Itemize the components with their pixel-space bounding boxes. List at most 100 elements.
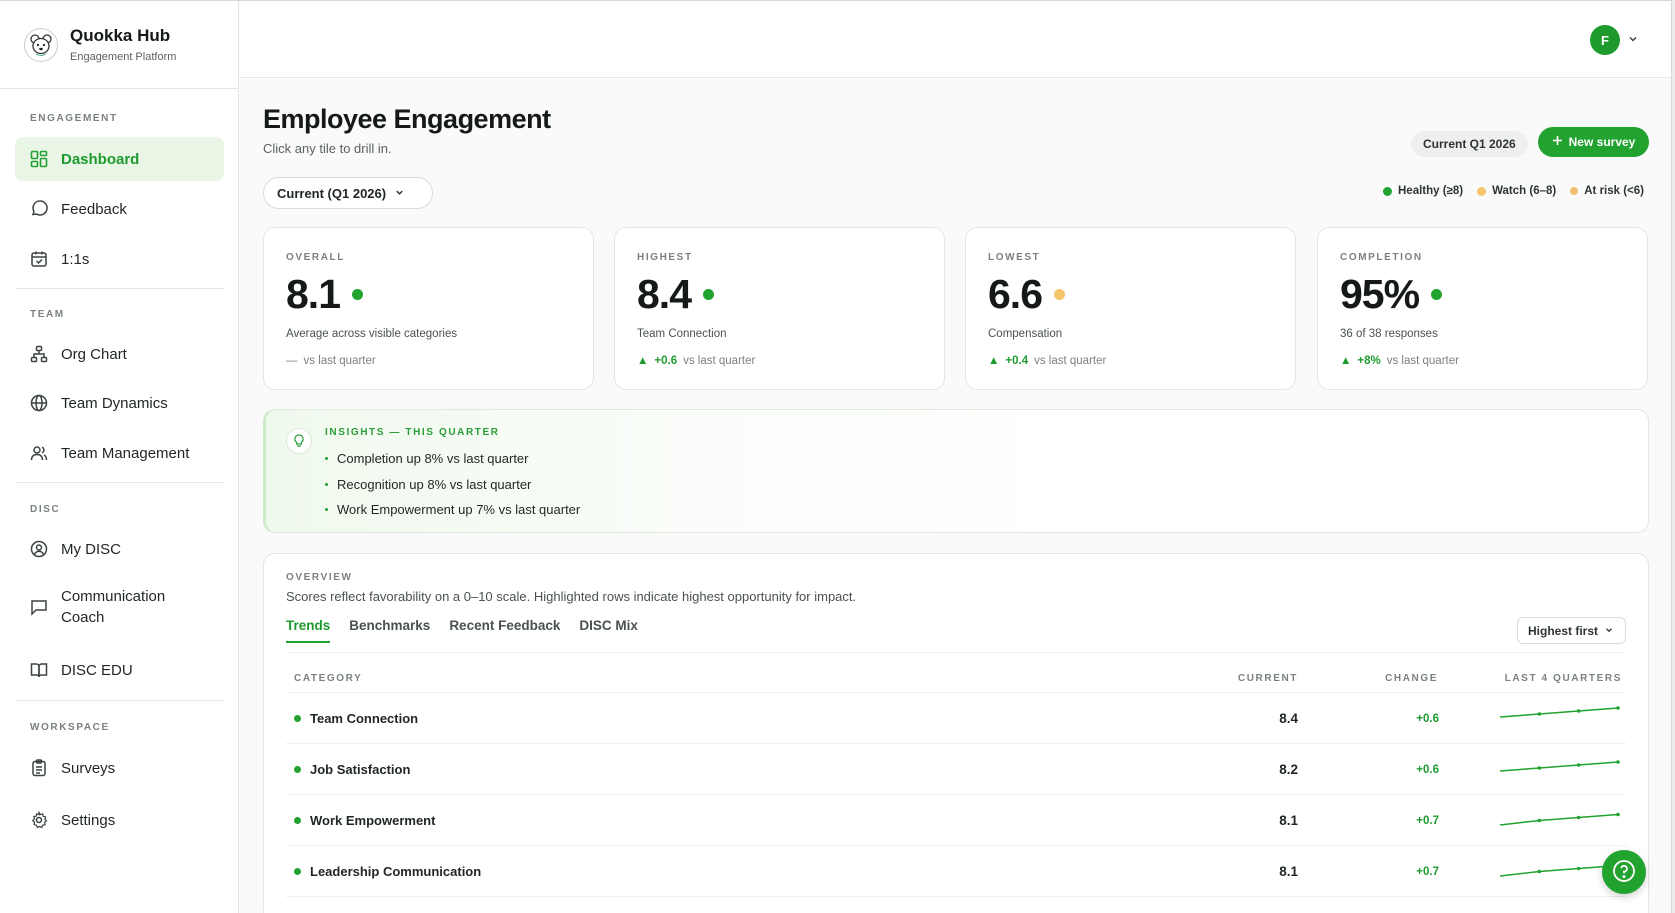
delta-text: vs last quarter [1034, 355, 1107, 367]
sidebar-item-team-management[interactable]: Team Management [15, 431, 224, 475]
row-change: +0.7 [1416, 814, 1439, 827]
table-row[interactable]: Job Satisfaction 8.2 +0.6 [286, 743, 1626, 794]
column-header-category: CATEGORY [294, 673, 363, 684]
top-bar: F [240, 1, 1671, 78]
legend-healthy: Healthy (≥8) [1383, 185, 1463, 197]
sparkline-point [1537, 712, 1542, 716]
tab-benchmarks[interactable]: Benchmarks [349, 618, 430, 643]
delta-mark: ▲ [637, 355, 649, 367]
legend-label: Healthy (≥8) [1398, 185, 1464, 197]
chat-bubble-icon [29, 199, 49, 219]
tab-recent-feedback[interactable]: Recent Feedback [449, 618, 560, 643]
column-header-current: CURRENT [1237, 673, 1298, 684]
kpi-label: COMPLETION [1340, 252, 1423, 263]
row-category: Leadership Communication [310, 864, 482, 879]
table-row [286, 896, 1626, 913]
section-label-disc: DISC [30, 504, 61, 515]
sidebar-divider [15, 288, 224, 289]
page-title: Employee Engagement [263, 104, 551, 134]
insight-text: Recognition up 8% vs last quarter [337, 476, 532, 492]
dashboard-grid-icon [29, 149, 49, 169]
kpi-description: Compensation [988, 328, 1063, 340]
sidebar-item-surveys[interactable]: Surveys [15, 746, 224, 790]
tab-disc-mix[interactable]: DISC Mix [579, 618, 638, 643]
new-survey-button[interactable]: New survey [1538, 127, 1649, 157]
sparkline-series [1499, 707, 1619, 718]
sidebar-item-label: DISC EDU [61, 661, 133, 679]
kpi-value: 6.6 [988, 270, 1043, 317]
sidebar-item-label: Surveys [61, 759, 116, 777]
kpi-card-completion[interactable]: COMPLETION 95% 36 of 38 responses ▲ +8% vs… [1317, 227, 1648, 390]
lightbulb-icon [286, 428, 312, 454]
app-window: Quokka Hub Engagement Platform ENGAGEMEN… [0, 0, 1672, 913]
period-select[interactable]: Current (Q1 2026) [263, 177, 433, 209]
table-row[interactable]: Team Connection 8.4 +0.6 [286, 692, 1626, 743]
help-button[interactable] [1602, 850, 1646, 894]
kpi-delta: ▲ +8% vs last quarter [1340, 355, 1625, 367]
kpi-card-lowest[interactable]: LOWEST 6.6 Compensation ▲ +0.4 vs last qua… [965, 227, 1296, 390]
sidebar-item-communication-coach[interactable]: Communication Coach [15, 579, 224, 635]
sort-select-value: Highest first [1528, 623, 1599, 638]
sidebar-item-feedback[interactable]: Feedback [15, 187, 224, 231]
row-category: Work Empowerment [310, 813, 436, 828]
sidebar-item-settings[interactable]: Settings [15, 798, 224, 842]
sparkline-point [1576, 709, 1581, 713]
sidebar-item-label: Team Dynamics [61, 394, 168, 412]
sidebar: Quokka Hub Engagement Platform ENGAGEMEN… [0, 1, 239, 913]
sparkline-point [1616, 812, 1620, 817]
user-avatar[interactable]: F [1590, 25, 1620, 55]
section-label-workspace: WORKSPACE [30, 722, 110, 733]
row-category: Team Connection [310, 711, 419, 726]
book-open-icon [29, 660, 49, 680]
users-icon [29, 443, 49, 463]
sidebar-item-team-dynamics[interactable]: Team Dynamics [15, 381, 224, 425]
chevron-down-icon[interactable] [1627, 32, 1639, 50]
row-change: +0.6 [1416, 712, 1439, 725]
insight-text: Completion up 8% vs last quarter [337, 451, 529, 467]
chevron-down-icon [394, 186, 405, 201]
kpi-card-overall[interactable]: OVERALL 8.1 Average across visible categ… [263, 227, 594, 390]
kpi-value: 8.1 [286, 270, 341, 317]
sparkline-point [1616, 760, 1620, 764]
sidebar-item-label: Team Management [61, 444, 190, 462]
delta-mark: ▲ [1340, 355, 1352, 367]
brand[interactable]: Quokka Hub Engagement Platform [0, 1, 238, 89]
overview-panel: OVERVIEW Scores reflect favorability on … [263, 553, 1649, 913]
legend-dot [1477, 186, 1487, 196]
kpi-card-highest[interactable]: HIGHEST 8.4 Team Connection ▲ +0.6 vs last… [614, 227, 945, 390]
sidebar-item-my-disc[interactable]: My DISC [15, 527, 224, 571]
user-circle-icon [29, 539, 49, 559]
table-row[interactable]: Leadership Communication 8.1 +0.7 [286, 845, 1626, 896]
sidebar-item-label: Settings [61, 811, 116, 829]
sidebar-item-dashboard[interactable]: Dashboard [15, 137, 224, 181]
sort-select[interactable]: Highest first [1517, 617, 1626, 644]
insight-text: Work Empowerment up 7% vs last quarter [337, 502, 581, 518]
sparkline-series [1499, 761, 1619, 772]
delta-text: vs last quarter [683, 355, 756, 367]
sidebar-item-one-on-ones[interactable]: 1:1s [15, 237, 224, 281]
gear-icon [29, 810, 49, 830]
legend-label: Watch (6–8) [1492, 185, 1557, 197]
legend-watch: Watch (6–8) [1477, 185, 1556, 197]
message-square-icon [29, 597, 49, 617]
kpi-label: OVERALL [286, 252, 345, 263]
sidebar-item-label: Org Chart [61, 345, 127, 363]
legend-at-risk: At risk (<6) [1570, 185, 1644, 197]
table-row[interactable]: Work Empowerment 8.1 +0.7 [286, 794, 1626, 845]
sidebar-item-org-chart[interactable]: Org Chart [15, 332, 224, 376]
period-select-value: Current (Q1 2026) [277, 185, 387, 201]
sparkline-point [1576, 866, 1581, 871]
question-mark-icon [1612, 859, 1636, 886]
sidebar-item-label: Feedback [61, 200, 127, 218]
new-survey-label: New survey [1568, 135, 1636, 149]
tabs-divider [286, 652, 1626, 653]
sidebar-item-disc-edu[interactable]: DISC EDU [15, 648, 224, 692]
column-header-change: CHANGE [1385, 673, 1438, 684]
delta-mark: — [286, 355, 298, 367]
brand-tagline: Engagement Platform [70, 51, 177, 63]
legend-dot [1383, 186, 1392, 196]
delta-mark: ▲ [988, 355, 1000, 367]
tab-trends[interactable]: Trends [286, 618, 331, 643]
sparkline [1499, 812, 1620, 826]
row-change: +0.7 [1416, 865, 1439, 878]
